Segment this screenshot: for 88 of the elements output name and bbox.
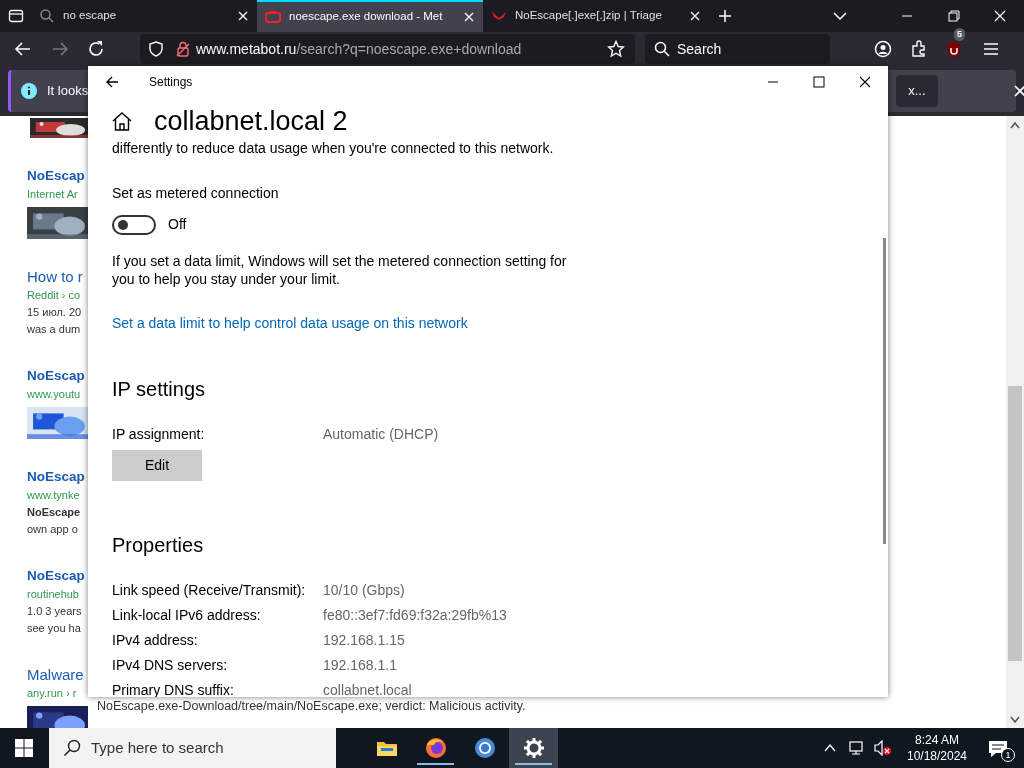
browser-tab[interactable]: NoEscape[.]exe[.]zip | Triage — [483, 0, 709, 32]
reload-icon[interactable] — [87, 40, 105, 58]
notification-text: It looks — [47, 82, 89, 101]
page-heading: collabnet.local 2 — [154, 105, 348, 138]
tab-list-icon[interactable] — [8, 8, 24, 24]
notification-center-button[interactable]: 1 — [988, 736, 1012, 760]
result-title[interactable]: Malware — [27, 665, 84, 685]
result-title[interactable]: NoEscap — [27, 566, 85, 586]
muted-speaker-icon[interactable] — [874, 740, 892, 756]
restore-icon[interactable] — [948, 10, 960, 22]
property-label: Link-local IPv6 address: — [112, 606, 262, 625]
scroll-down-icon[interactable] — [1010, 716, 1020, 724]
windows-logo-icon — [15, 739, 33, 757]
result-snippet: own app o — [27, 522, 78, 537]
back-arrow-icon[interactable] — [105, 75, 119, 89]
puzzle-icon[interactable] — [910, 40, 928, 58]
property-label: IPv4 address: — [112, 631, 199, 650]
description-text: If you set a data limit, Windows will set the metered connection setting for you to help you stay under your limit. — [112, 252, 568, 288]
forward-arrow-icon[interactable] — [51, 40, 69, 58]
result-snippet: was a dum — [27, 322, 81, 337]
property-value: 10/10 (Gbps) — [323, 581, 405, 600]
clock[interactable]: 8:24 AM 10/18/2024 — [902, 732, 972, 764]
info-icon — [21, 83, 37, 99]
account-icon[interactable] — [874, 40, 892, 58]
shield-extension-icon[interactable] — [945, 40, 963, 59]
result-snippet: see you ha — [27, 621, 81, 636]
result-title[interactable]: How to r — [27, 267, 83, 287]
result-title[interactable]: NoEscap — [27, 366, 85, 386]
result-title[interactable]: NoEscap — [27, 467, 85, 487]
new-tab-icon[interactable] — [718, 9, 732, 23]
badge-count: 5 — [954, 28, 965, 41]
fox-globe-icon — [423, 736, 448, 760]
gear-icon — [521, 736, 546, 760]
search-field[interactable]: Search — [645, 34, 830, 64]
search-icon — [63, 739, 81, 757]
notification-button[interactable]: x... — [896, 75, 938, 107]
browser-tab[interactable]: no escape — [31, 0, 257, 32]
chevron-down-icon[interactable] — [833, 9, 847, 23]
site-icon — [265, 9, 281, 25]
result-url: Internet Ar — [27, 187, 78, 202]
menu-icon[interactable] — [982, 40, 1000, 58]
taskbar-app-button[interactable] — [509, 728, 558, 768]
section-heading: Properties — [112, 533, 205, 558]
property-label: Primary DNS suffix: — [112, 681, 235, 697]
star-icon[interactable] — [607, 40, 625, 58]
property-value: collabnet.local — [323, 681, 412, 697]
taskbar-search-field[interactable]: Type here to search — [49, 728, 336, 768]
scrollbar-thumb[interactable] — [883, 238, 886, 544]
result-title[interactable]: NoEscap — [27, 166, 85, 186]
help-link[interactable]: Set a data limit to help control data usage on this network — [112, 313, 468, 334]
property-label: Link speed (Receive/Transmit): — [112, 581, 307, 600]
search-icon — [39, 8, 55, 24]
notification-count: 1 — [1001, 748, 1015, 762]
property-value: 192.168.1.15 — [323, 631, 405, 650]
toggle-state: Off — [168, 215, 187, 234]
maximize-icon[interactable] — [813, 76, 825, 88]
result-url: www.youtu — [27, 387, 81, 402]
description-text: differently to reduce data usage when you're connected to this network. — [112, 139, 555, 158]
toggle-switch[interactable] — [112, 214, 156, 235]
network-icon[interactable] — [848, 740, 866, 756]
property-value: 192.168.1.1 — [323, 656, 397, 675]
setting-label: Set as metered connection — [112, 184, 280, 203]
result-snippet: 15 июл. 20 — [27, 305, 82, 320]
window-title: Settings — [149, 74, 193, 91]
browser-circle-icon — [472, 736, 497, 760]
property-label: IPv4 DNS servers: — [112, 656, 229, 675]
browser-tab[interactable]: noescape.exe download - Met — [257, 0, 483, 32]
result-url: any.run › r — [27, 686, 77, 701]
shield-icon — [148, 41, 164, 57]
result-snippet: NoEscape.exe-Download/tree/main/NoEscape.exe; verdict: Malicious activity. — [97, 699, 526, 714]
result-snippet: 1.0 3 years — [27, 604, 82, 619]
chevron-up-icon[interactable] — [824, 742, 836, 754]
property-value: fe80::3ef7:fd69:f32a:29fb%13 — [323, 606, 507, 625]
property-label: IP assignment: — [112, 425, 206, 444]
close-icon[interactable] — [859, 76, 871, 88]
section-heading: IP settings — [112, 377, 207, 402]
result-url: www.tynke — [27, 488, 80, 503]
result-snippet: NoEscape — [27, 505, 81, 520]
property-value: Automatic (DHCP) — [323, 425, 439, 444]
back-arrow-icon[interactable] — [14, 40, 32, 58]
result-url: routinehub — [27, 587, 79, 602]
search-icon — [654, 41, 670, 57]
edit-button[interactable]: Edit — [112, 450, 202, 481]
result-url: Reddit › co — [27, 288, 81, 303]
home-icon[interactable] — [112, 111, 132, 131]
lock-icon — [176, 41, 190, 57]
scroll-up-icon[interactable] — [1010, 121, 1020, 129]
scrollbar[interactable] — [1006, 116, 1024, 728]
